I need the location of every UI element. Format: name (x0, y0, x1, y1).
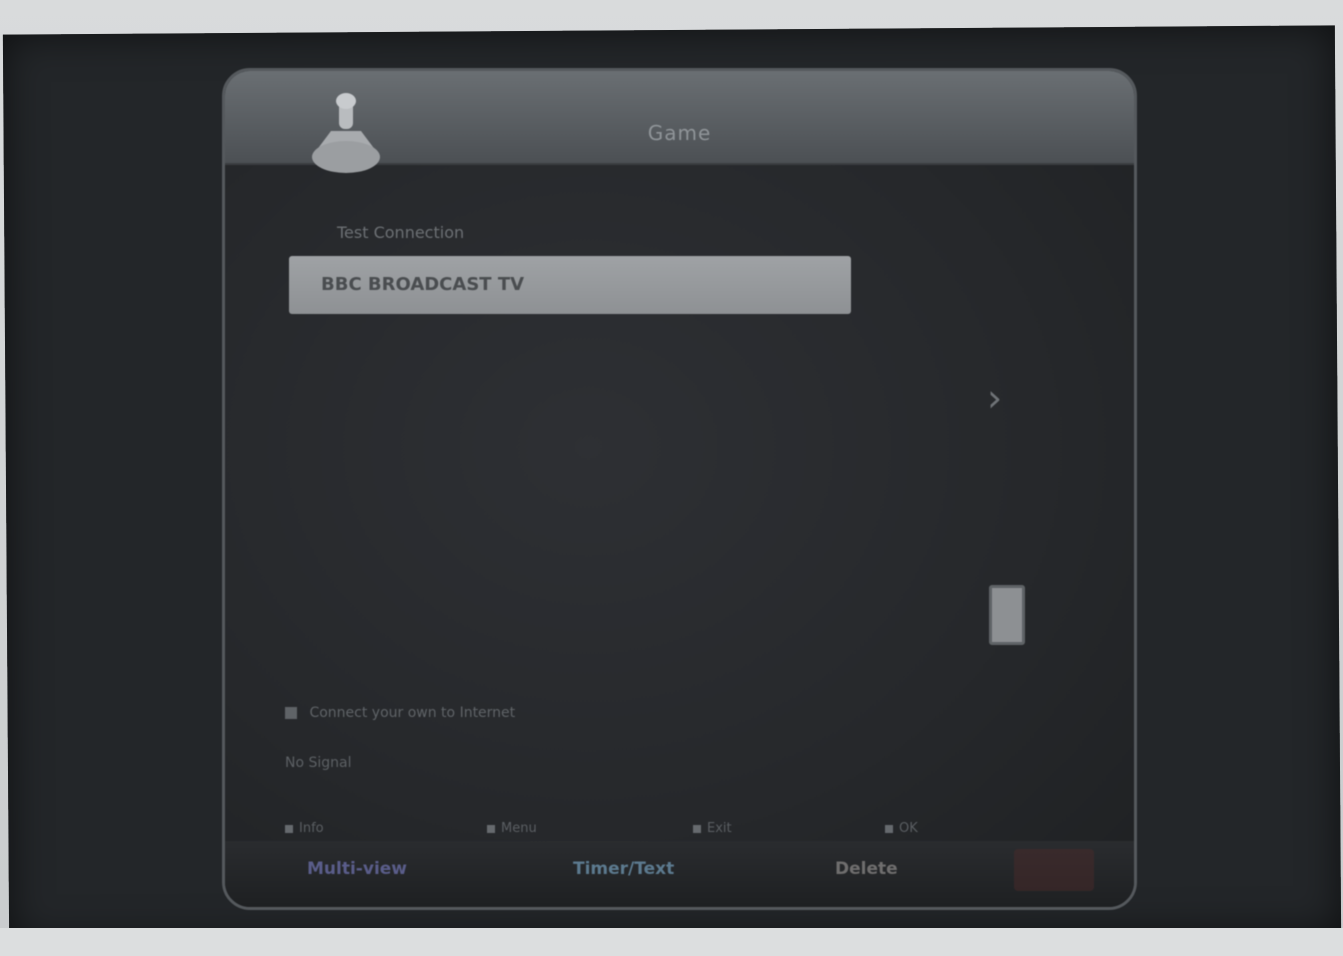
multi-view-button[interactable]: Multi-view (307, 859, 407, 879)
section-subtitle: Test Connection (337, 223, 465, 242)
option-exit-label: Exit (707, 821, 732, 836)
timer-text-button[interactable]: Timer/Text (573, 859, 674, 879)
option-menu-label: Menu (501, 821, 537, 836)
option-ok-icon (885, 824, 893, 833)
option-info-icon (285, 824, 293, 833)
delete-button[interactable]: Delete (835, 859, 898, 879)
shelf-edge (0, 928, 1343, 956)
info-line: Connect your own to Internet (285, 705, 515, 721)
bottom-button-bar: Multi-view Timer/Text Delete (225, 841, 1134, 907)
option-info-label: Info (299, 821, 324, 836)
option-menu-icon (487, 824, 495, 833)
list-item-selected[interactable]: BBC BROADCAST TV (289, 256, 851, 314)
info-text: Connect your own to Internet (309, 705, 516, 721)
option-ok-label: OK (899, 821, 918, 836)
option-exit-icon (693, 824, 701, 833)
option-exit[interactable]: Exit (693, 821, 732, 836)
list-item-label: BBC BROADCAST TV (321, 274, 525, 295)
scrollbar-thumb[interactable] (989, 585, 1025, 645)
screen-title: Game (647, 121, 712, 145)
status-text: No Signal (285, 755, 352, 771)
option-ok[interactable]: OK (885, 821, 918, 836)
title-bar: Game (225, 71, 1134, 173)
option-info[interactable]: Info (285, 821, 324, 836)
tv-screen: Game Test Connection BBC BROADCAST TV › … (222, 68, 1137, 910)
red-key-indicator (1014, 849, 1094, 891)
info-bullet-icon (285, 707, 297, 719)
option-menu[interactable]: Menu (487, 821, 537, 836)
chevron-right-icon[interactable]: › (987, 376, 1002, 420)
